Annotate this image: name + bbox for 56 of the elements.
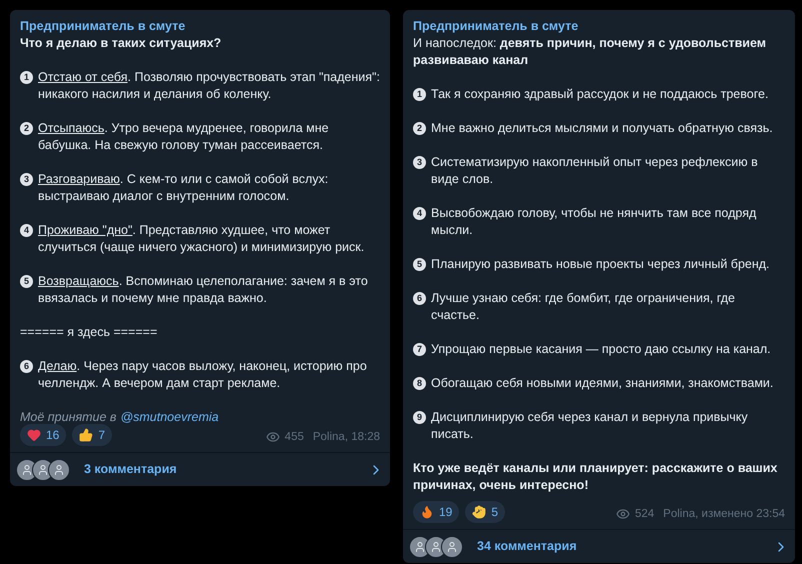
item-number: 6 — [413, 292, 426, 305]
item-number: 7 — [413, 343, 426, 356]
view-count: 524 — [634, 506, 654, 522]
post-heading: Что я делаю в таких ситуациях? — [20, 35, 222, 52]
channel-link[interactable]: @smutnoevremia — [120, 409, 219, 426]
list-item-text: Разговариваю. С кем-то или с самой собой вслух: выстраиваю диалог с внутренним голосом. — [38, 171, 330, 205]
item-number: 1 — [413, 88, 426, 101]
list-item-text: Возвращаюсь. Вспоминаю целеполагание: зачем я в это ввязалась и почему мне правда важно. — [38, 273, 369, 307]
reaction-button[interactable]: 5 — [465, 501, 506, 523]
avatar-icon — [441, 536, 463, 558]
channel-name[interactable]: Предприниматель в смуте — [20, 18, 380, 35]
item-number: 6 — [20, 360, 33, 373]
post-text: И напоследок: девять причин, почему я с удовольствием развиваваю канал — [413, 35, 767, 69]
item-number: 4 — [413, 207, 426, 220]
item-number: 4 — [20, 224, 33, 237]
list-item-text: Проживаю "дно". Представляю худшее, что может случиться (чаще ничего ужасного) и минимизирую риск. — [38, 222, 366, 256]
item-number: 5 — [413, 258, 426, 271]
reaction-button[interactable]: 19 — [413, 501, 460, 523]
list-item-text: Планирую развивать новые проекты через личный бренд. — [431, 256, 770, 273]
post-text: ====== я здесь ====== — [20, 324, 158, 341]
item-number: 3 — [20, 173, 33, 186]
flame-icon — [420, 505, 434, 519]
item-number: 5 — [20, 275, 33, 288]
item-number: 9 — [413, 411, 426, 424]
item-number: 8 — [413, 377, 426, 390]
comments-button[interactable]: 34 комментария — [403, 529, 795, 563]
list-item-text: Делаю. Через пару часов выложу, наконец, историю про челлендж. А вечером дам старт рекламе. — [38, 358, 368, 392]
view-count: 455 — [284, 430, 304, 445]
author-time: Polina, изменено 23:54 — [663, 506, 785, 522]
item-number: 2 — [413, 122, 426, 135]
item-number: 3 — [413, 156, 426, 169]
eye-icon — [266, 430, 280, 444]
list-item-text: Лучше узнаю себя: где бомбит, где ограничения, где счастье. — [431, 290, 736, 324]
list-item-text: Обогащаю себя новыми идеями, знаниями, знакомствами. — [431, 375, 774, 392]
list-item-text: Отсыпаюсь. Утро вечера мудренее, говорила мне бабушка. На свежую голову туман рассеивается. — [38, 120, 330, 154]
list-item-text: Систематизирую накопленный опыт через рефлексию в виде слов. — [431, 154, 759, 188]
item-number: 2 — [20, 122, 33, 135]
channel-name[interactable]: Предприниматель в смуте — [413, 18, 785, 35]
signature-text: Моё принятие в — [20, 409, 116, 426]
post-heading: Кто уже ведёт каналы или планирует: расскажите о ваших причинах, очень интересно! — [413, 460, 778, 494]
list-item-text: Упрощаю первые касания — просто даю ссылку на канал. — [431, 341, 771, 358]
list-item-text: Так я сохраняю здравый рассудок и не поддаюсь тревоге. — [431, 86, 768, 103]
thumbs-up-icon — [79, 428, 94, 442]
item-number: 1 — [20, 71, 33, 84]
list-item-text: Отстаю от себя. Позволяю прочувствовать этап "падения": никакого насилия и делания об коленку. — [38, 69, 380, 103]
reaction-button[interactable]: 16 — [20, 424, 66, 446]
author-time: Polina, 18:28 — [312, 430, 380, 445]
list-item-text: Мне важно делиться мыслями и получать обратную связь. — [431, 120, 773, 137]
hand-icon — [472, 505, 486, 519]
comments-button[interactable]: 3 комментария — [10, 452, 390, 486]
list-item-text: Высвобождаю голову, чтобы не нянчить там все подряд мысли. — [431, 205, 758, 239]
avatar-icon — [48, 458, 70, 480]
reaction-button[interactable]: 7 — [72, 424, 112, 446]
list-item-text: Дисциплинирую себя через канал и вернула привычку писать. — [431, 409, 749, 443]
eye-icon — [616, 507, 630, 522]
heart-icon — [27, 428, 41, 442]
